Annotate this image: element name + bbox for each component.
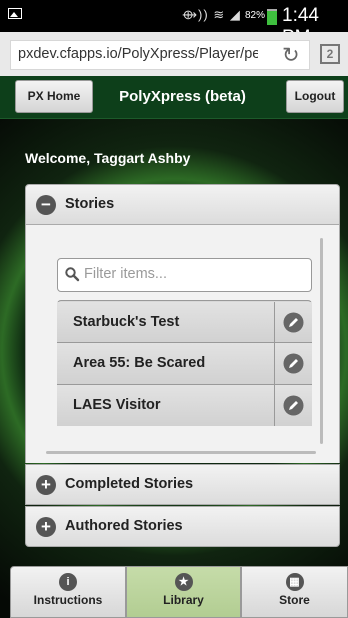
tab-store[interactable]: ▦ Store [241, 566, 348, 618]
story-row-1[interactable]: Area 55: Be Scared [57, 343, 274, 384]
signal-icons: ⟴)) ≋ ◢ [182, 7, 241, 22]
star-icon: ★ [174, 573, 193, 591]
authored-stories-section-header[interactable]: + Authored Stories [25, 506, 340, 547]
stories-label: Stories [65, 196, 115, 212]
edit-story-button-1[interactable] [274, 343, 312, 384]
story-title: Area 55: Be Scared [73, 355, 206, 371]
expand-icon: + [36, 475, 56, 495]
story-title: LAES Visitor [73, 397, 161, 413]
image-notification-icon [8, 8, 22, 19]
story-title: Starbuck's Test [73, 314, 180, 330]
pencil-icon [283, 312, 304, 333]
tab-label: Store [279, 593, 310, 607]
tabs-icon[interactable]: 2 [320, 44, 340, 64]
tab-instructions[interactable]: i Instructions [10, 566, 126, 618]
edit-story-button-0[interactable] [274, 302, 312, 343]
page-title: PolyXpress (beta) [119, 88, 246, 105]
logout-button[interactable]: Logout [286, 80, 344, 113]
completed-stories-section-header[interactable]: + Completed Stories [25, 464, 340, 505]
info-icon: i [59, 573, 77, 591]
pencil-icon [283, 395, 304, 416]
collapse-icon: − [36, 195, 56, 215]
expand-icon: + [36, 517, 56, 537]
stories-section-header[interactable]: − Stories [25, 184, 340, 225]
tab-label: Library [163, 593, 204, 607]
tab-library[interactable]: ★ Library [126, 566, 241, 618]
authored-stories-label: Authored Stories [65, 518, 183, 534]
px-home-button[interactable]: PX Home [15, 80, 93, 113]
completed-stories-label: Completed Stories [65, 476, 194, 492]
grid-icon: ▦ [285, 573, 304, 591]
vertical-scrollbar[interactable] [320, 238, 323, 444]
story-row-0[interactable]: Starbuck's Test [57, 302, 274, 343]
edit-story-button-2[interactable] [274, 385, 312, 426]
pencil-icon [283, 353, 304, 374]
welcome-text: Welcome, Taggart Ashby [25, 150, 191, 166]
story-row-2[interactable]: LAES Visitor [57, 385, 274, 426]
tab-label: Instructions [33, 593, 103, 607]
battery-icon [267, 9, 277, 25]
search-icon [65, 267, 80, 282]
reload-icon[interactable]: ↻ [282, 43, 300, 68]
url-text[interactable]: pxdev.cfapps.io/PolyXpress/Player/pel [18, 46, 258, 62]
filter-placeholder: Filter items... [84, 266, 167, 282]
horizontal-scrollbar[interactable] [46, 451, 316, 454]
battery-percent: 82% [245, 10, 266, 21]
